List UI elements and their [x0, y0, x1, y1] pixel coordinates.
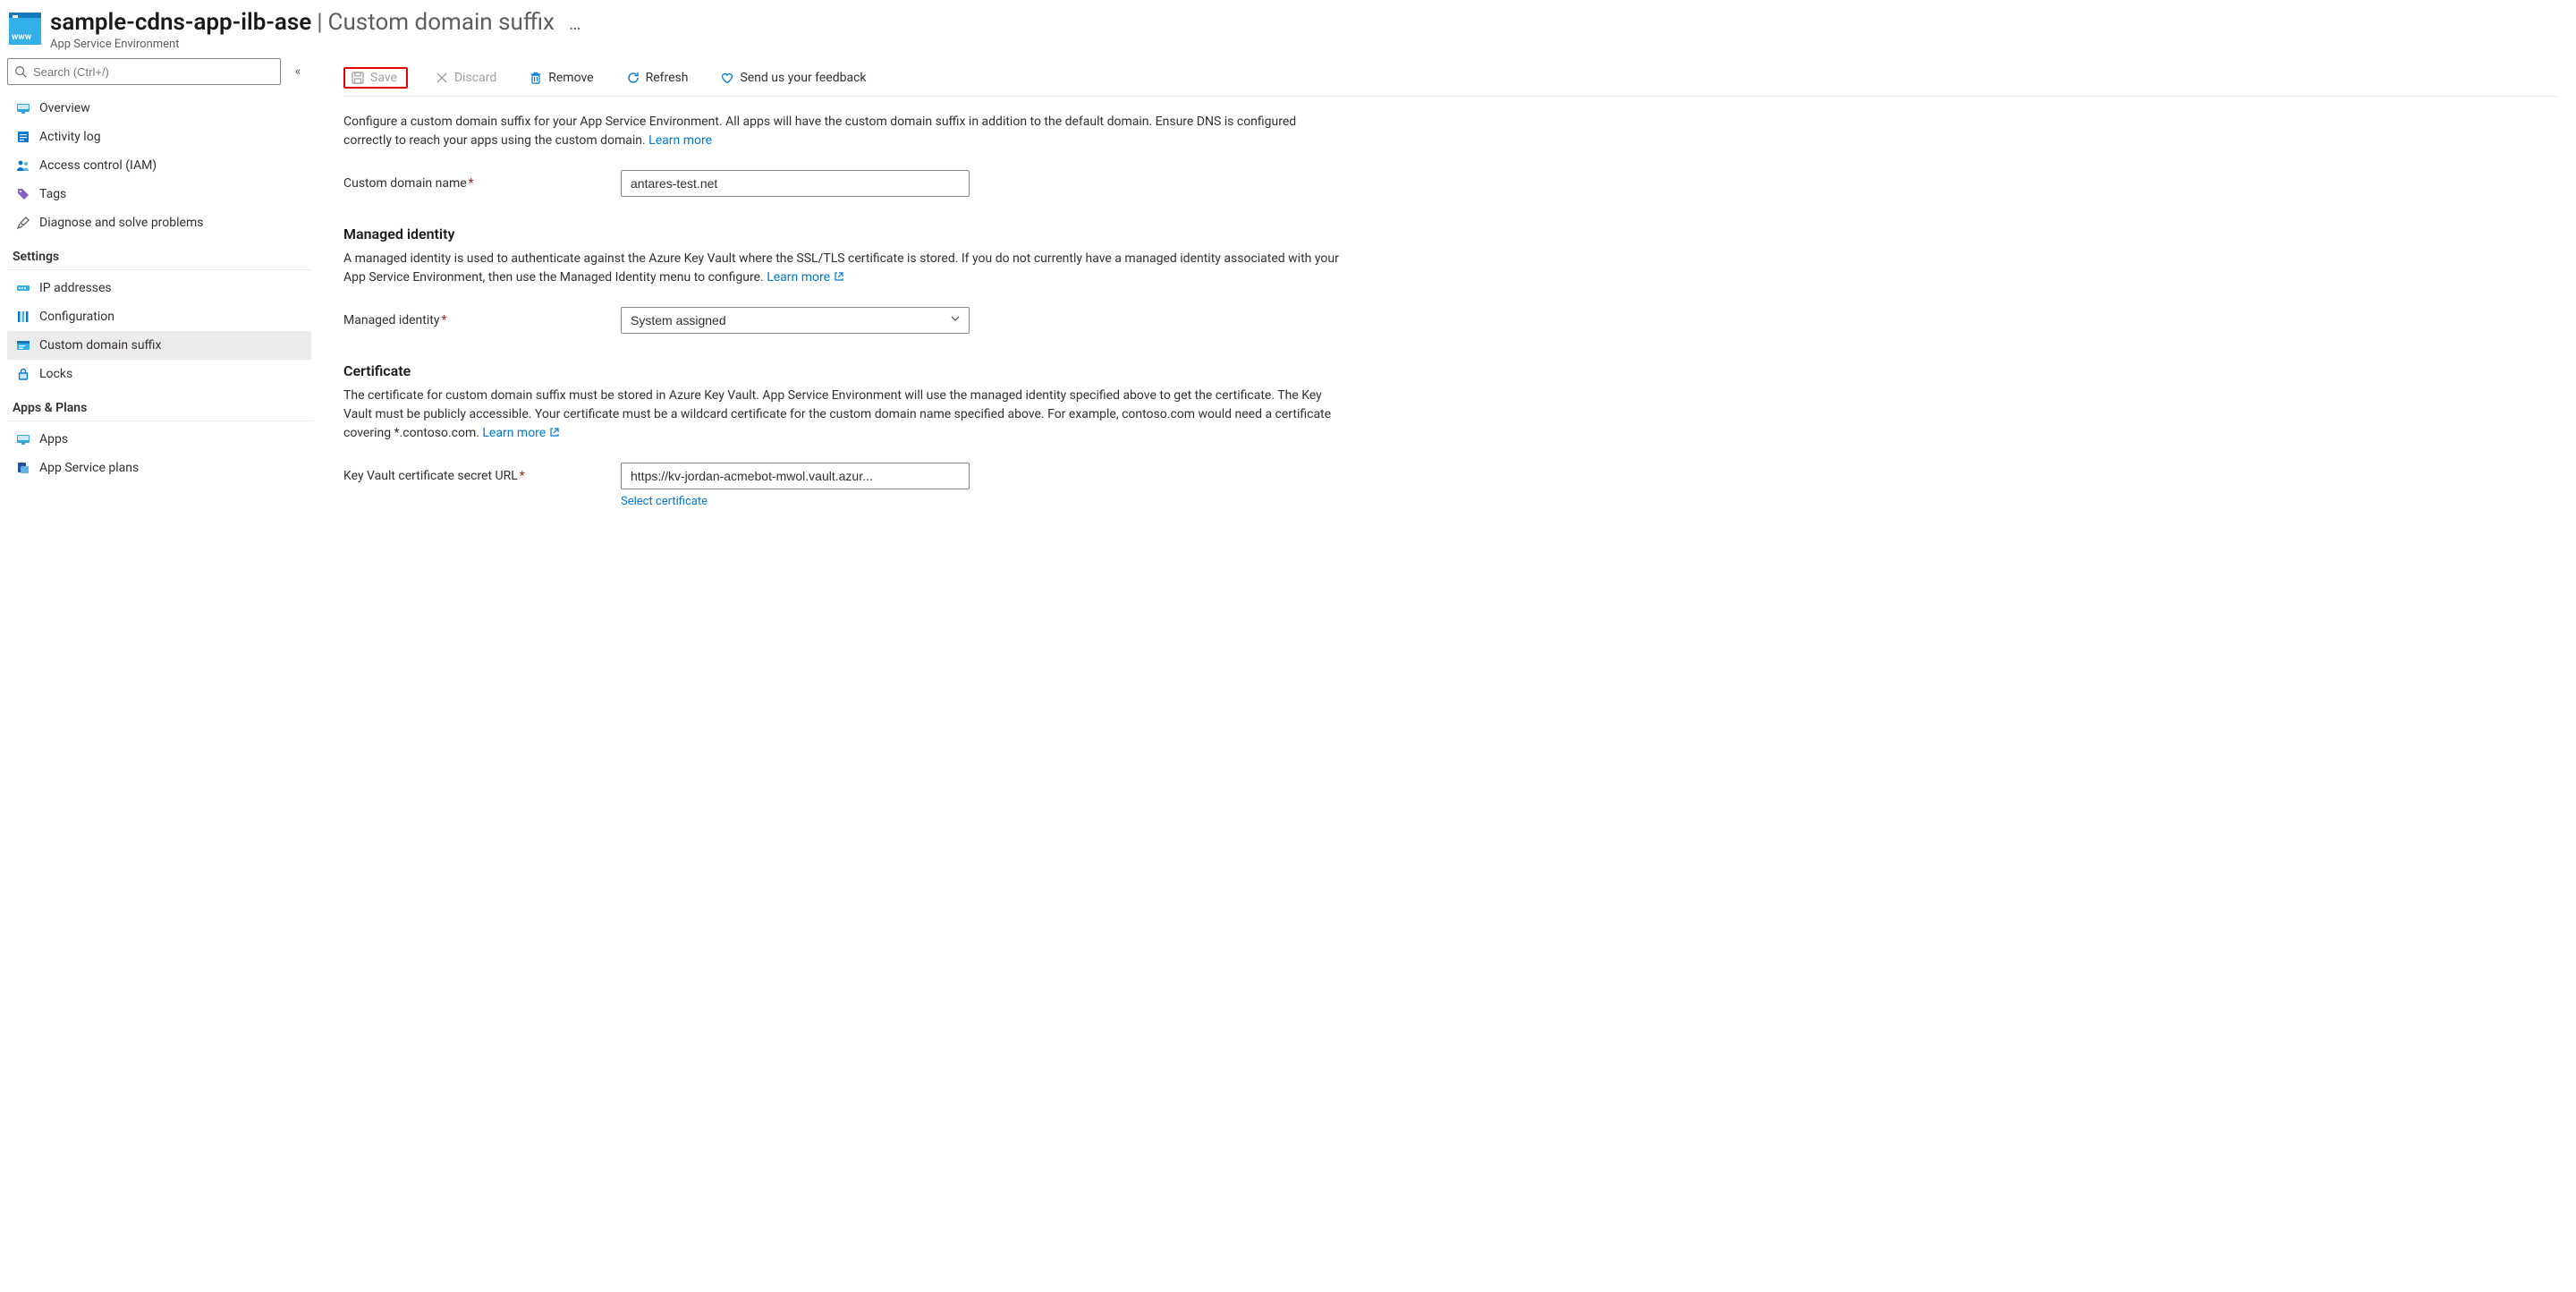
collapse-sidebar-button[interactable]: «: [288, 62, 308, 81]
sidebar-item-label: Apps: [39, 432, 68, 446]
certificate-description: The certificate for custom domain suffix…: [343, 387, 1345, 443]
resource-type-icon: www: [9, 13, 41, 45]
sidebar-item-label: App Service plans: [39, 461, 139, 475]
managed-identity-heading: Managed identity: [343, 225, 2558, 242]
kv-url-input[interactable]: [621, 463, 970, 489]
required-asterisk: *: [520, 469, 525, 483]
remove-icon: [529, 71, 543, 85]
sidebar-item-label: Tags: [39, 187, 66, 201]
required-asterisk: *: [441, 313, 446, 327]
command-bar: Save Discard Remove: [343, 58, 2558, 97]
feedback-label: Send us your feedback: [740, 71, 866, 85]
configuration-icon: [16, 310, 30, 324]
learn-more-link[interactable]: Learn more: [648, 133, 712, 148]
resource-type-label: App Service Environment: [50, 38, 2567, 51]
sidebar-item-diagnose[interactable]: Diagnose and solve problems: [7, 208, 311, 237]
save-icon: [351, 71, 365, 85]
managed-identity-description: A managed identity is used to authentica…: [343, 250, 1345, 287]
blade-header: www sample-cdns-app-ilb-ase | Custom dom…: [0, 0, 2576, 58]
refresh-label: Refresh: [646, 71, 689, 85]
sidebar-item-custom-domain-suffix[interactable]: Custom domain suffix: [7, 331, 311, 360]
app-service-plans-icon: [16, 461, 30, 475]
save-label: Save: [370, 71, 397, 85]
page-title: sample-cdns-app-ilb-ase | Custom domain …: [50, 9, 2567, 36]
sidebar-item-locks[interactable]: Locks: [7, 360, 311, 388]
sidebar-item-tags[interactable]: Tags: [7, 180, 311, 208]
sidebar-search-input[interactable]: [7, 58, 281, 85]
custom-domain-input[interactable]: [621, 170, 970, 197]
sidebar-item-ip-addresses[interactable]: IP addresses: [7, 274, 311, 302]
discard-icon: [435, 71, 449, 85]
sidebar-item-activity-log[interactable]: Activity log: [7, 123, 311, 151]
remove-button[interactable]: Remove: [523, 67, 598, 89]
external-link-icon: [549, 427, 560, 438]
more-actions-button[interactable]: …: [560, 13, 590, 34]
sidebar-item-label: Access control (IAM): [39, 158, 157, 173]
custom-domain-label: Custom domain name: [343, 176, 467, 191]
custom-domain-field: Custom domain name*: [343, 170, 2558, 197]
diagnose-icon: [16, 216, 30, 230]
apps-icon: [16, 432, 30, 446]
sidebar-nav: « Overview Activity log: [0, 58, 315, 1292]
heart-icon: [720, 71, 734, 85]
search-icon: [14, 65, 27, 78]
sidebar-group-settings: Settings: [7, 237, 311, 270]
certificate-learn-more-link[interactable]: Learn more: [482, 426, 560, 440]
refresh-button[interactable]: Refresh: [621, 67, 694, 89]
managed-identity-learn-more-link[interactable]: Learn more: [767, 270, 844, 285]
main-content: Save Discard Remove: [315, 58, 2576, 1292]
blade-name: Custom domain suffix: [328, 9, 555, 36]
ip-addresses-icon: [16, 281, 30, 295]
sidebar-item-label: Overview: [39, 101, 90, 115]
tags-icon: [16, 187, 30, 201]
external-link-icon: [834, 271, 844, 282]
title-separator: |: [317, 9, 322, 36]
sidebar-item-app-service-plans[interactable]: App Service plans: [7, 454, 311, 482]
sidebar-item-overview[interactable]: Overview: [7, 94, 311, 123]
resource-name: sample-cdns-app-ilb-ase: [50, 9, 311, 36]
access-control-icon: [16, 158, 30, 173]
sidebar-item-label: Diagnose and solve problems: [39, 216, 203, 230]
overview-icon: [16, 101, 30, 115]
custom-domain-suffix-icon: [16, 338, 30, 353]
sidebar-item-label: IP addresses: [39, 281, 112, 295]
intro-text: Configure a custom domain suffix for you…: [343, 115, 1296, 148]
activity-log-icon: [16, 130, 30, 144]
sidebar-item-configuration[interactable]: Configuration: [7, 302, 311, 331]
kv-url-field: Key Vault certificate secret URL*: [343, 463, 2558, 489]
certificate-heading: Certificate: [343, 362, 2558, 379]
discard-button[interactable]: Discard: [429, 67, 502, 89]
select-certificate-link[interactable]: Select certificate: [621, 495, 708, 508]
managed-identity-select[interactable]: [621, 307, 970, 334]
refresh-icon: [626, 71, 640, 85]
sidebar-item-label: Activity log: [39, 130, 101, 144]
feedback-button[interactable]: Send us your feedback: [715, 67, 871, 89]
locks-icon: [16, 367, 30, 381]
managed-identity-label: Managed identity: [343, 313, 439, 327]
kv-url-label: Key Vault certificate secret URL: [343, 469, 518, 483]
save-button[interactable]: Save: [343, 67, 408, 89]
intro-paragraph: Configure a custom domain suffix for you…: [343, 113, 1345, 150]
sidebar-group-apps-plans: Apps & Plans: [7, 388, 311, 421]
sidebar-item-label: Configuration: [39, 310, 114, 324]
required-asterisk: *: [469, 176, 474, 191]
remove-label: Remove: [548, 71, 593, 85]
sidebar-item-access-control[interactable]: Access control (IAM): [7, 151, 311, 180]
discard-label: Discard: [454, 71, 496, 85]
sidebar-item-label: Custom domain suffix: [39, 338, 161, 353]
sidebar-item-label: Locks: [39, 367, 72, 381]
managed-identity-field: Managed identity*: [343, 307, 2558, 334]
sidebar-item-apps[interactable]: Apps: [7, 425, 311, 454]
